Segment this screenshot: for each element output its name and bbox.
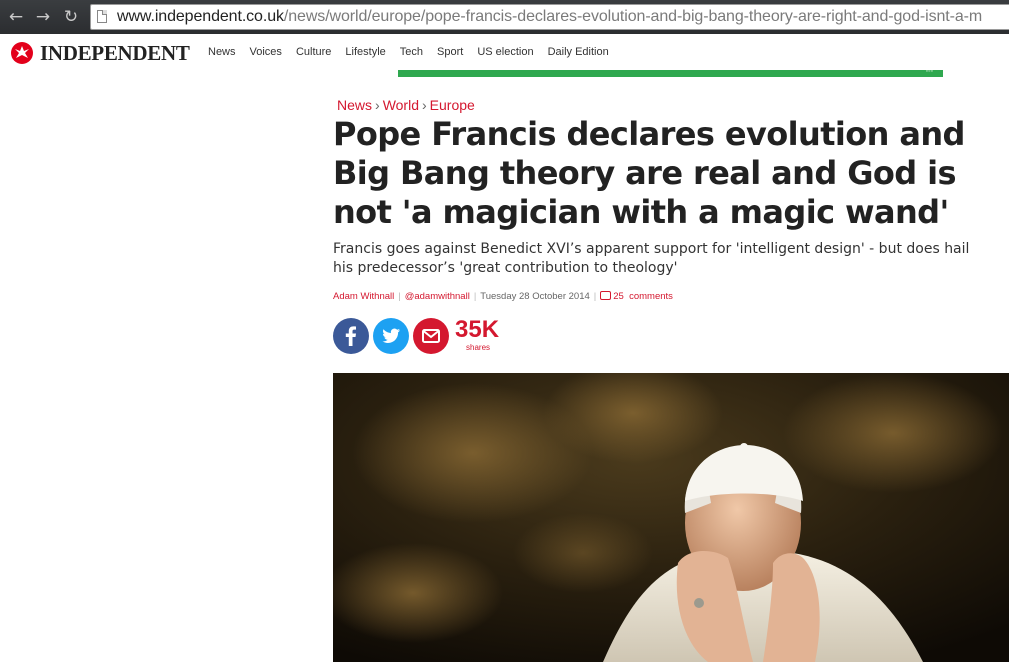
breadcrumb-europe[interactable]: Europe: [430, 97, 475, 113]
site-header: INDEPENDENT News Voices Culture Lifestyl…: [0, 34, 1009, 70]
url-text[interactable]: www.independent.co.uk/news/world/europe/…: [117, 8, 982, 26]
nav-item-culture[interactable]: Culture: [296, 46, 331, 58]
email-share-button[interactable]: [413, 318, 449, 354]
breadcrumb-news[interactable]: News: [337, 97, 372, 113]
back-arrow-icon[interactable]: ←: [6, 7, 26, 27]
breadcrumb-separator-icon: ›: [422, 97, 427, 113]
breadcrumb-separator-icon: ›: [375, 97, 380, 113]
share-count-label: shares: [466, 343, 491, 352]
article-lead-photo[interactable]: [333, 373, 1009, 662]
nav-item-voices[interactable]: Voices: [250, 46, 282, 58]
nav-item-news[interactable]: News: [208, 46, 236, 58]
twitter-bird-icon: [382, 328, 400, 343]
address-bar[interactable]: www.independent.co.uk/news/world/europe/…: [90, 4, 1009, 30]
breadcrumb: News › World › Europe: [337, 97, 475, 113]
twitter-share-button[interactable]: [373, 318, 409, 354]
author-link[interactable]: Adam Withnall: [333, 291, 394, 302]
breadcrumb-world[interactable]: World: [383, 97, 419, 113]
main-nav: News Voices Culture Lifestyle Tech Sport…: [208, 46, 623, 58]
site-logo-text[interactable]: INDEPENDENT: [40, 41, 190, 66]
envelope-icon: [422, 329, 440, 343]
forward-arrow-icon[interactable]: →: [33, 7, 53, 27]
pope-photo-illustration: [333, 373, 1009, 662]
comment-bubble-icon[interactable]: [600, 291, 612, 300]
byline-divider: |: [593, 291, 597, 302]
comments-link[interactable]: comments: [629, 291, 673, 302]
page-icon: [97, 10, 107, 23]
nav-item-tech[interactable]: Tech: [400, 46, 423, 58]
byline-divider: |: [473, 291, 477, 302]
eagle-logo-icon[interactable]: [11, 42, 33, 64]
article-headline: Pope Francis declares evolution and Big …: [333, 115, 965, 231]
comments-count[interactable]: 25: [613, 291, 624, 302]
byline-divider: |: [398, 291, 401, 302]
article-standfirst: Francis goes against Benedict XVI’s appa…: [333, 241, 970, 276]
nav-item-lifestyle[interactable]: Lifestyle: [345, 46, 385, 58]
browser-toolbar: ← → ↻ www.independent.co.uk/news/world/e…: [0, 0, 1009, 34]
share-count: 35K: [455, 316, 500, 343]
nav-item-daily-edition[interactable]: Daily Edition: [548, 46, 609, 58]
url-host: www.independent.co.uk: [117, 8, 284, 25]
publish-date: Tuesday 28 October 2014: [480, 291, 590, 302]
advertisement-banner[interactable]: ◦◦◦: [398, 68, 943, 77]
nav-item-us-election[interactable]: US election: [477, 46, 533, 58]
author-twitter-link[interactable]: @adamwithnall: [405, 291, 470, 302]
facebook-share-button[interactable]: [333, 318, 369, 354]
url-path: /news/world/europe/pope-francis-declares…: [283, 8, 983, 25]
article-byline: Adam Withnall | @adamwithnall | Tuesday 28 O…: [333, 291, 673, 302]
ad-logo-icon: ◦◦◦: [925, 68, 933, 75]
reload-icon[interactable]: ↻: [61, 7, 81, 27]
facebook-icon: [345, 326, 356, 346]
nav-item-sport[interactable]: Sport: [437, 46, 463, 58]
